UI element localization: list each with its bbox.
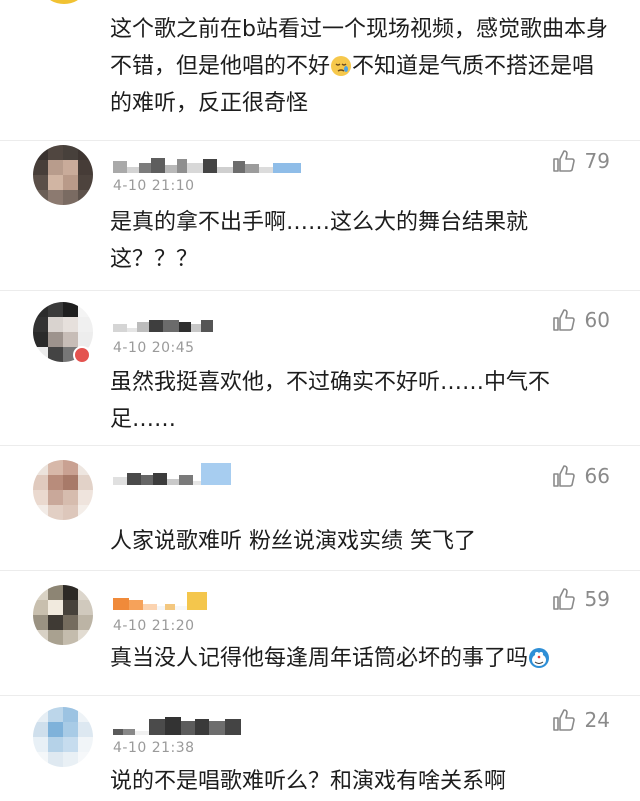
like-count: 79 — [584, 149, 610, 173]
comment-text: 人家说歌难听 粉丝说演戏实绩 笑飞了 — [110, 529, 476, 554]
comment-text: 这个歌之前在b站看过一个现场视频，感觉歌曲本身不错，但是他唱的不好 不知道是气质不… — [110, 17, 608, 116]
thumbs-up-icon — [552, 309, 575, 331]
like-count: 24 — [584, 708, 610, 732]
username-mosaic[interactable] — [113, 592, 207, 610]
thumbs-up-icon — [552, 709, 575, 731]
like-button[interactable]: 59 — [551, 586, 610, 612]
comment-5: 4-10 21:38 24 说的不是唱歌难听么？和演戏有啥关系啊 — [0, 695, 640, 801]
username-mosaic[interactable] — [113, 155, 301, 173]
comment-4: 4-10 21:20 59 真当没人记得他每逢周年话筒必坏的事了吗 — [0, 570, 640, 696]
comment-text: 是真的拿不出手啊……这么大的舞台结果就这？？？ — [110, 210, 529, 272]
like-button[interactable]: 60 — [551, 307, 610, 333]
avatar[interactable] — [33, 585, 93, 645]
like-button[interactable]: 79 — [551, 148, 610, 174]
comment-1: 4-10 21:10 79 是真的拿不出手啊……这么大的舞台结果就这？？？ — [0, 140, 640, 291]
avatar[interactable] — [33, 460, 93, 520]
comment-time: 4-10 20:45 — [113, 340, 195, 356]
comment-0: 这个歌之前在b站看过一个现场视频，感觉歌曲本身不错，但是他唱的不好 不知道是气质不… — [0, 0, 640, 141]
comment-time: 4-10 21:38 — [113, 740, 195, 756]
like-count: 59 — [584, 587, 610, 611]
avatar[interactable] — [33, 145, 93, 205]
thumbs-up-icon — [552, 150, 575, 172]
crying-face-icon — [331, 56, 352, 76]
verified-badge-icon — [73, 346, 91, 364]
thumbs-up-icon — [552, 465, 575, 487]
username-mosaic[interactable] — [113, 314, 213, 332]
username-mosaic[interactable] — [113, 717, 241, 735]
doraemon-icon — [529, 648, 550, 668]
comment-text: 真当没人记得他每逢周年话筒必坏的事了吗 — [110, 640, 610, 677]
comment-text: 虽然我挺喜欢他，不过确实不好听……中气不足…… — [110, 370, 551, 432]
like-button[interactable]: 24 — [551, 707, 610, 733]
avatar[interactable] — [33, 707, 93, 767]
comment-2: 4-10 20:45 60 虽然我挺喜欢他，不过确实不好听……中气不足…… — [0, 290, 640, 446]
comment-3: 66 人家说歌难听 粉丝说演戏实绩 笑飞了 — [0, 445, 640, 571]
like-button[interactable]: 66 — [551, 463, 610, 489]
like-count: 60 — [584, 308, 610, 332]
comment-time: 4-10 21:20 — [113, 618, 195, 634]
like-count: 66 — [584, 464, 610, 488]
username-mosaic[interactable] — [113, 463, 231, 485]
comment-text: 说的不是唱歌难听么？和演戏有啥关系啊 — [110, 769, 507, 794]
thumbs-up-icon — [552, 588, 575, 610]
comment-time: 4-10 21:10 — [113, 178, 195, 194]
